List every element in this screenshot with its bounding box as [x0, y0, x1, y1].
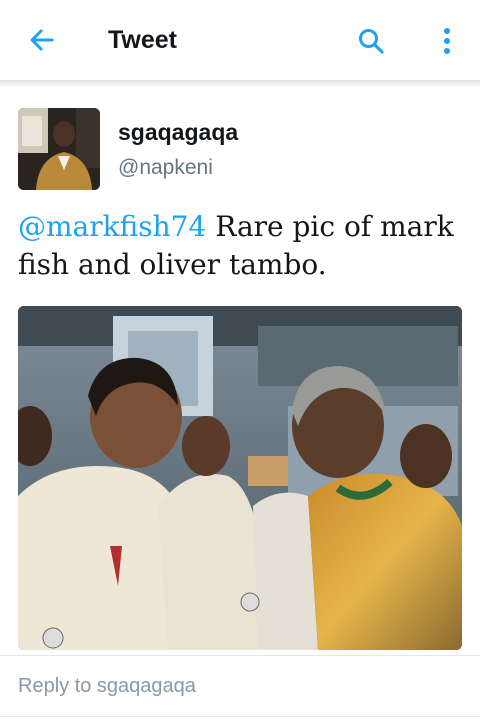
top-app-bar: Tweet	[0, 0, 480, 80]
mention-link[interactable]: @markfish74	[18, 210, 206, 243]
avatar[interactable]	[18, 108, 100, 190]
search-icon	[359, 29, 384, 54]
reply-input[interactable]: Reply to sgaqagaqa	[18, 672, 196, 700]
display-name[interactable]: sgaqagaqa	[118, 118, 238, 146]
back-button[interactable]	[26, 24, 58, 56]
arrow-left-icon	[30, 29, 54, 51]
user-handle[interactable]: @napkeni	[118, 154, 213, 182]
more-options-button[interactable]	[432, 24, 462, 58]
page-title: Tweet	[108, 26, 177, 54]
photo-image	[18, 306, 462, 650]
tweet-photo[interactable]	[18, 306, 462, 650]
tweet-text: @markfish74 Rare pic of mark fish and ol…	[18, 208, 468, 284]
avatar-photo	[18, 108, 100, 190]
bottom-divider	[0, 716, 480, 717]
reply-divider	[0, 655, 480, 656]
more-vertical-icon	[444, 28, 450, 54]
search-button[interactable]	[354, 24, 388, 58]
header-divider	[0, 80, 480, 86]
